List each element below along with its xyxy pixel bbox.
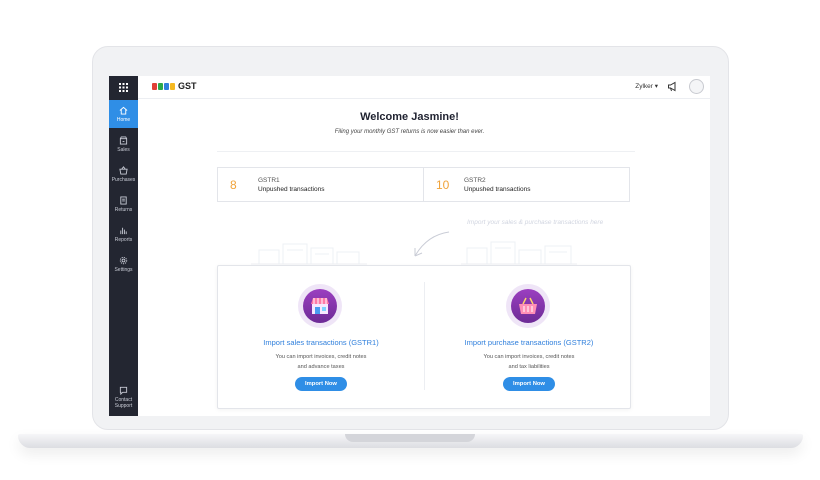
divider bbox=[217, 151, 635, 152]
apps-grid-icon[interactable] bbox=[109, 76, 138, 99]
sidebar-item-reports[interactable]: Reports bbox=[109, 220, 138, 248]
import-purchases-button[interactable]: Import Now bbox=[503, 377, 555, 391]
storefront-illustration bbox=[251, 243, 367, 265]
logo-letter-2 bbox=[158, 82, 163, 90]
contact-support-label: Contact Support bbox=[114, 396, 133, 409]
sales-icon bbox=[119, 135, 128, 145]
import-purchases-description: You can import invoices, credit notes an… bbox=[426, 352, 632, 372]
import-sales-description: You can import invoices, credit notes an… bbox=[218, 352, 424, 372]
reports-icon bbox=[120, 227, 127, 234]
stat-return-name: GSTR2 bbox=[464, 176, 486, 184]
app-logo[interactable]: GST bbox=[152, 81, 197, 91]
org-switcher[interactable]: Zylker ▾ bbox=[635, 82, 658, 90]
import-sales-title[interactable]: Import sales transactions (GSTR1) bbox=[218, 338, 424, 347]
app-screen: Home Sales Purchases Returns Reports Set… bbox=[109, 76, 710, 416]
card-divider bbox=[424, 282, 425, 390]
sidebar-item-label: Purchases bbox=[111, 176, 136, 183]
logo-letter-3 bbox=[164, 82, 169, 90]
sidebar-item-returns[interactable]: Returns bbox=[109, 190, 138, 218]
import-purchases-title[interactable]: Import purchase transactions (GSTR2) bbox=[426, 338, 632, 347]
description-line: and tax liabilities bbox=[508, 364, 550, 370]
stat-gstr1[interactable]: 8 GSTR1 Unpushed transactions bbox=[218, 168, 423, 201]
import-sales-section: Import sales transactions (GSTR1) You ca… bbox=[218, 266, 424, 410]
sidebar-item-label: Settings bbox=[114, 266, 133, 273]
store-icon bbox=[311, 298, 329, 314]
org-name: Zylker bbox=[635, 83, 653, 90]
stat-count: 8 bbox=[230, 177, 237, 192]
avatar[interactable] bbox=[689, 79, 704, 94]
returns-icon bbox=[120, 195, 127, 205]
storefront-illustration bbox=[461, 241, 577, 265]
logo-letter-1 bbox=[152, 82, 157, 90]
description-line: You can import invoices, credit notes bbox=[483, 354, 575, 360]
import-purchases-section: Import purchase transactions (GSTR2) You… bbox=[426, 266, 632, 410]
purchases-icon bbox=[119, 165, 128, 175]
logo-letter-4 bbox=[170, 82, 175, 90]
import-hint: Import your sales & purchase transaction… bbox=[467, 219, 604, 226]
contact-support[interactable]: Contact Support bbox=[109, 382, 138, 412]
megaphone-icon[interactable] bbox=[667, 81, 678, 92]
stats-panel: 8 GSTR1 Unpushed transactions 10 GSTR2 U… bbox=[217, 167, 630, 202]
basket-icon bbox=[519, 297, 537, 314]
welcome-subtitle: Filing your monthly GST returns is now e… bbox=[334, 129, 485, 135]
description-line: and advance taxes bbox=[297, 364, 345, 370]
stat-count: 10 bbox=[436, 177, 450, 192]
sidebar-item-label: Sales bbox=[117, 146, 130, 153]
laptop-notch bbox=[345, 434, 475, 442]
description-line: You can import invoices, credit notes bbox=[275, 354, 367, 360]
welcome-title: Welcome Jasmine! bbox=[360, 111, 459, 123]
sidebar-item-label: Returns bbox=[114, 206, 133, 213]
chevron-down-icon: ▾ bbox=[654, 83, 658, 90]
sidebar-item-label: Reports bbox=[114, 236, 133, 243]
import-sales-button[interactable]: Import Now bbox=[295, 377, 347, 391]
curved-arrow-icon bbox=[414, 231, 450, 257]
product-name: GST bbox=[178, 81, 197, 91]
sidebar-item-purchases[interactable]: Purchases bbox=[109, 160, 138, 188]
sidebar: Home Sales Purchases Returns Reports Set… bbox=[109, 76, 138, 416]
stat-description: Unpushed transactions bbox=[258, 185, 325, 193]
stat-description: Unpushed transactions bbox=[464, 185, 531, 193]
stat-gstr2[interactable]: 10 GSTR2 Unpushed transactions bbox=[423, 168, 629, 201]
chat-icon bbox=[119, 386, 128, 395]
settings-icon bbox=[119, 256, 128, 264]
sidebar-item-settings[interactable]: Settings bbox=[109, 250, 138, 278]
top-bar: GST Zylker ▾ bbox=[138, 76, 710, 99]
stat-return-name: GSTR1 bbox=[258, 176, 280, 184]
basket-badge bbox=[506, 284, 550, 328]
store-badge bbox=[298, 284, 342, 328]
import-card: Import sales transactions (GSTR1) You ca… bbox=[217, 265, 631, 409]
